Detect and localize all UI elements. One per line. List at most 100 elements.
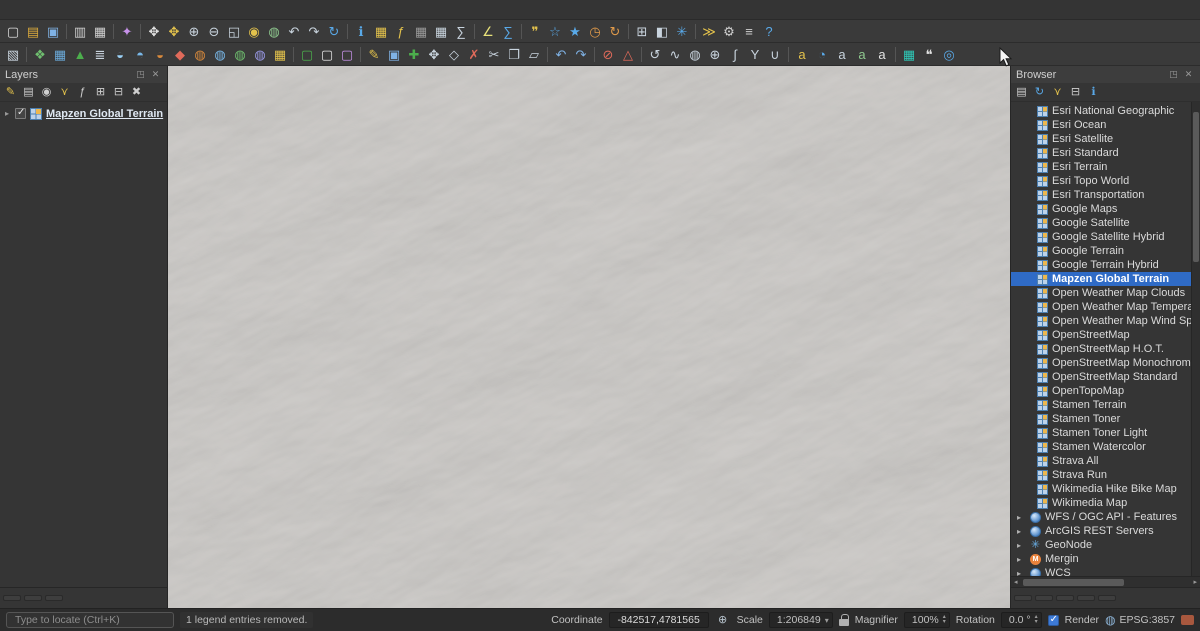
refresh-map-button[interactable]: ↻ [324,21,344,41]
add-part-button[interactable]: ⊕ [705,44,725,64]
menu-web[interactable] [130,8,144,12]
show-properties-widget-button[interactable]: ℹ [1085,84,1102,101]
project-save-button[interactable]: ▣ [43,21,63,41]
zoom-to-layer-button[interactable]: ◍ [264,21,284,41]
toggle-editing-button[interactable]: ✎ [364,44,384,64]
browser-item-wikimedia-hike-bike-map[interactable]: ▸ Wikimedia Hike Bike Map [1011,482,1191,496]
menu-processing[interactable] [158,8,172,12]
zoom-full-button[interactable]: ◱ [224,21,244,41]
zoom-out-button[interactable]: ⊖ [204,21,224,41]
browser-item-google-satellite[interactable]: ▸ Google Satellite [1011,216,1191,230]
browser-item-google-terrain-hybrid[interactable]: ▸ Google Terrain Hybrid [1011,258,1191,272]
project-open-button[interactable]: ▤ [23,21,43,41]
browser-item-mergin[interactable]: ▸ Mergin [1011,552,1191,566]
layer-diagram-button[interactable]: ◔ [812,44,832,64]
stop-editing-button[interactable]: ⊘ [598,44,618,64]
field-calculator-button[interactable]: ∑ [451,21,471,41]
browser-item-opentopomap[interactable]: ▸ OpenTopoMap [1011,384,1191,398]
browser-item-wikimedia-map[interactable]: ▸ Wikimedia Map [1011,496,1191,510]
browser-item-esri-topo-world[interactable]: ▸ Esri Topo World [1011,174,1191,188]
browser-item-esri-terrain[interactable]: ▸ Esri Terrain [1011,160,1191,174]
temporal-controller-button[interactable]: ◷ [585,21,605,41]
map-tips-button[interactable]: ❞ [525,21,545,41]
cut-features-button[interactable]: ✂ [484,44,504,64]
menu-help[interactable] [172,8,186,12]
delete-selected-button[interactable]: ✗ [464,44,484,64]
browser-item-open-weather-map-clouds[interactable]: ▸ Open Weather Map Clouds [1011,286,1191,300]
new-3d-map-view-button[interactable]: ◧ [652,21,672,41]
browser-item-esri-national-geographic[interactable]: ▸ Esri National Geographic [1011,104,1191,118]
add-ring-button[interactable]: ◍ [685,44,705,64]
new-geopackage-layer-button[interactable]: ▢ [297,44,317,64]
dock-tab-undo-redo[interactable] [3,595,21,601]
browser-item-open-weather-map-wind-speed[interactable]: ▸ Open Weather Map Wind Speed [1011,314,1191,328]
add-vector-layer-button[interactable]: ❖ [30,44,50,64]
show-bookmarks-button[interactable]: ★ [565,21,585,41]
browser-item-esri-transportation[interactable]: ▸ Esri Transportation [1011,188,1191,202]
enable-advanced-digitizing-button[interactable]: △ [618,44,638,64]
select-by-expression-button[interactable]: ƒ [391,21,411,41]
browser-item-stamen-terrain[interactable]: ▸ Stamen Terrain [1011,398,1191,412]
browser-item-google-terrain[interactable]: ▸ Google Terrain [1011,244,1191,258]
add-wms-layer-button[interactable]: ◍ [190,44,210,64]
browser-item-openstreetmap-h-o-t[interactable]: ▸ OpenStreetMap H.O.T. [1011,342,1191,356]
zoom-to-selection-button[interactable]: ◉ [244,21,264,41]
identify-features-button[interactable]: ℹ [351,21,371,41]
close-panel-icon[interactable]: ✕ [1182,68,1195,81]
refresh-temporal-button[interactable]: ↻ [605,21,625,41]
add-oracle-layer-button[interactable]: ◆ [170,44,190,64]
add-mssql-layer-button[interactable]: ◒ [150,44,170,64]
scroll-right-icon[interactable]: ▸ [1190,578,1200,586]
crs-status-button[interactable]: ◍ EPSG:3857 [1105,613,1175,627]
move-feature-button[interactable]: ✥ [424,44,444,64]
simplify-feature-button[interactable]: ∿ [665,44,685,64]
collapse-all-button[interactable]: ⊟ [110,84,127,101]
dock-tab-browser[interactable] [24,595,42,601]
decorations-button[interactable]: ▦ [899,44,919,64]
project-new-button[interactable]: ▢ [3,21,23,41]
new-shapefile-layer-button[interactable]: ▢ [317,44,337,64]
open-layer-styling-button[interactable]: ✎ [2,84,19,101]
add-xyz-layer-button[interactable]: ▦ [270,44,290,64]
browser-item-open-weather-map-temperature[interactable]: ▸ Open Weather Map Temperature [1011,300,1191,314]
menu-edit[interactable] [18,8,32,12]
reshape-features-button[interactable]: ∫ [725,44,745,64]
zoom-next-button[interactable]: ↷ [304,21,324,41]
map-canvas[interactable] [168,66,1010,608]
rotation-spinbox[interactable]: 0.0 ° ▴▾ [1001,612,1042,628]
menu-mesh[interactable] [144,8,158,12]
paste-features-button[interactable]: ▱ [524,44,544,64]
dock-tab-l[interactable] [1056,595,1074,601]
statistical-summary-button[interactable]: ∑ [498,21,518,41]
show-layout-manager-button[interactable]: ▦ [90,21,110,41]
zoom-in-button[interactable]: ⊕ [184,21,204,41]
browser-item-strava-all[interactable]: ▸ Strava All [1011,454,1191,468]
redo-button[interactable]: ↷ [571,44,591,64]
style-manager-button[interactable]: ✦ [117,21,137,41]
copy-features-button[interactable]: ❐ [504,44,524,64]
spinner-arrows-icon[interactable]: ▴▾ [1035,615,1038,625]
help-contents-button[interactable]: ? [759,21,779,41]
dock-tab-layers[interactable] [45,595,63,601]
browser-item-google-maps[interactable]: ▸ Google Maps [1011,202,1191,216]
annotation-button[interactable]: ❝ [919,44,939,64]
pan-to-selection-button[interactable]: ✥ [164,21,184,41]
browser-item-google-satellite-hybrid[interactable]: ▸ Google Satellite Hybrid [1011,230,1191,244]
browser-item-esri-satellite[interactable]: ▸ Esri Satellite [1011,132,1191,146]
new-bookmark-button[interactable]: ☆ [545,21,565,41]
merge-features-button[interactable]: ∪ [765,44,785,64]
add-delimited-text-layer-button[interactable]: ≣ [90,44,110,64]
browser-item-esri-ocean[interactable]: ▸ Esri Ocean [1011,118,1191,132]
expand-all-button[interactable]: ⊞ [92,84,109,101]
messages-icon[interactable] [1181,615,1194,625]
browser-item-mapzen-global-terrain[interactable]: ▸ Mapzen Global Terrain [1011,272,1191,286]
menu-raster[interactable] [102,8,116,12]
scale-combobox[interactable]: 1:206849 ▾ [769,612,833,628]
dock-tab-p1[interactable] [1035,595,1053,601]
locate-input[interactable] [6,612,174,628]
filter-by-expression-button[interactable]: ƒ [74,84,91,101]
python-console-button[interactable]: ≫ [699,21,719,41]
rotate-feature-button[interactable]: ↺ [645,44,665,64]
move-label-button[interactable]: a [832,44,852,64]
browser-item-arcgis-rest-servers[interactable]: ▸ ArcGIS REST Servers [1011,524,1191,538]
